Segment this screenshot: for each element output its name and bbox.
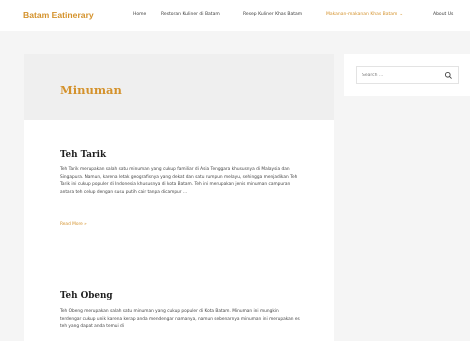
nav-item-restoran[interactable]: Restoran Kuliner di Batam <box>161 12 220 17</box>
archive-content: Minuman Teh Tarik Teh Tarik merupakan sa… <box>24 54 334 341</box>
archive-header: Minuman <box>24 54 334 120</box>
sidebar <box>344 54 470 96</box>
post-excerpt-teh-obeng: Teh Obeng merupakan salah satu minuman y… <box>60 309 300 330</box>
search-input[interactable] <box>362 71 442 80</box>
post-excerpt-teh-tarik: Teh Tarik merupakan salah satu minuman y… <box>60 167 298 195</box>
nav-item-home[interactable]: Home <box>133 12 146 17</box>
site-header: Batam Eatinerary Home Restoran Kuliner d… <box>0 0 470 31</box>
main-nav: Home Restoran Kuliner di Batam Resep Kul… <box>0 12 470 22</box>
post-title-teh-obeng[interactable]: Teh Obeng <box>60 291 113 301</box>
read-more-link[interactable]: Read More » <box>60 222 87 227</box>
search-icon[interactable] <box>444 71 453 80</box>
nav-item-makanan[interactable]: Makanan-makanan Khas Batam ⌄ <box>326 12 403 17</box>
post-title-teh-tarik[interactable]: Teh Tarik <box>60 150 106 160</box>
nav-item-about[interactable]: About Us <box>433 12 453 17</box>
chevron-down-icon: ⌄ <box>399 12 404 17</box>
page-title: Minuman <box>60 83 122 97</box>
nav-item-resep[interactable]: Resep Kuliner Khas Batam <box>243 12 302 17</box>
search-form <box>356 66 459 84</box>
nav-item-makanan-label: Makanan-makanan Khas Batam <box>326 12 398 17</box>
